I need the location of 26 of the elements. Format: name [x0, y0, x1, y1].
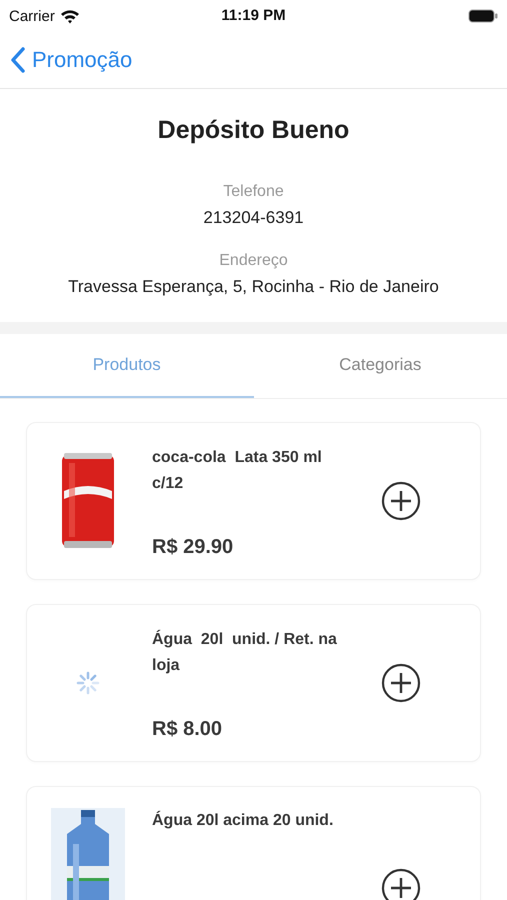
store-address: Travessa Esperança, 5, Rocinha - Rio de Janeiro	[68, 277, 439, 297]
product-card[interactable]: Água 20l acima 20 unid.	[26, 786, 481, 900]
product-card[interactable]: Água 20l unid. / Ret. na loja R$ 8.00	[26, 604, 481, 762]
phone-label: Telefone	[223, 183, 284, 201]
product-name: coca-cola Lata 350 ml c/12	[152, 448, 323, 494]
clock-time: 11:19 PM	[221, 7, 286, 24]
store-name: Depósito Bueno	[158, 116, 350, 145]
tab[interactable]: Categorias	[254, 334, 507, 398]
product-price: R$ 29.90	[152, 536, 234, 559]
add-button[interactable]	[381, 481, 421, 521]
product-card[interactable]: coca-cola Lata 350 ml c/12 R$ 29.90	[26, 422, 481, 580]
address-label: Endereço	[219, 252, 288, 270]
product-name: Água 20l acima 20 unid.	[152, 810, 334, 831]
add-button[interactable]	[381, 868, 421, 900]
chevron-left-icon	[10, 47, 26, 73]
carrier-label: Carrier	[9, 8, 55, 24]
plus-circle-icon	[381, 663, 421, 703]
wifi-icon	[60, 8, 80, 24]
product-price: R$ 8.00	[152, 718, 224, 741]
back-button[interactable]: Promoção	[10, 47, 132, 73]
loading-spinner-icon	[75, 670, 101, 696]
plus-circle-icon	[381, 481, 421, 521]
battery-icon	[468, 9, 498, 23]
add-button[interactable]	[381, 663, 421, 703]
phone-number: 213204-6391	[203, 208, 304, 228]
product-name: Água 20l unid. / Ret. na loja	[152, 628, 338, 676]
